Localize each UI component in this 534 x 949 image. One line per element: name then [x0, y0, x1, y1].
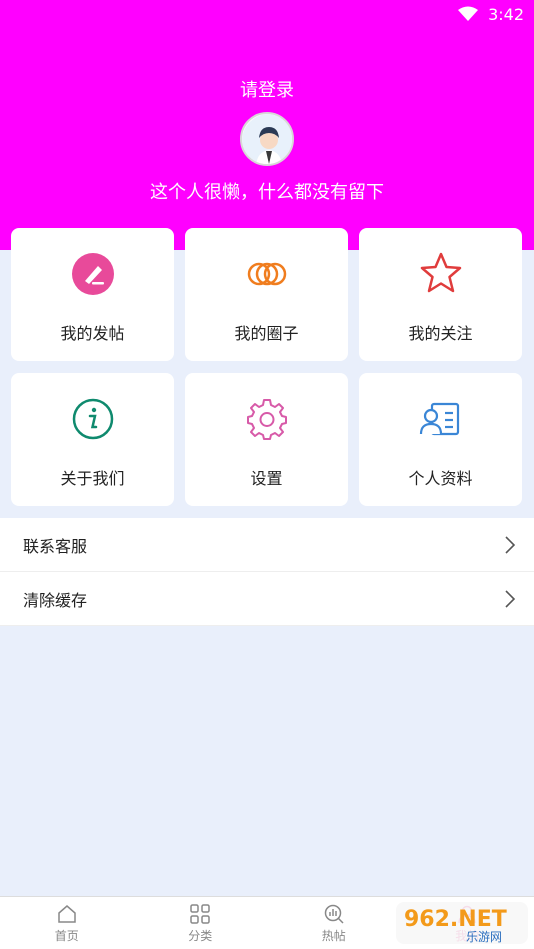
settings-list: 联系客服 清除缓存: [0, 518, 534, 626]
profile-header: 3:42 请登录 这个人很懒，什么都没有留下: [0, 0, 534, 250]
tab-label: 首页: [54, 929, 79, 943]
home-icon: [58, 905, 76, 923]
tab-hot-posts[interactable]: 热帖: [267, 897, 401, 949]
status-bar: 3:42: [0, 0, 534, 28]
watermark-subtext: 乐游网: [466, 930, 502, 944]
edit-icon: [71, 253, 114, 295]
category-icon: [190, 904, 210, 924]
tile-my-posts[interactable]: 我的发帖: [11, 228, 174, 361]
chevron-right-icon: [505, 589, 516, 608]
tile-about-us[interactable]: 关于我们: [11, 373, 174, 506]
chevron-right-icon: [505, 535, 516, 554]
status-time: 3:42: [488, 4, 524, 24]
tab-label: 分类: [188, 929, 213, 943]
tile-profile[interactable]: 个人资料: [359, 373, 522, 506]
gear-icon: [246, 399, 287, 440]
tile-label: 我的圈子: [234, 324, 299, 343]
site-watermark: 962.NET 乐游网: [392, 900, 532, 946]
user-motto: 这个人很懒，什么都没有留下: [150, 182, 384, 203]
tile-label: 设置: [250, 469, 283, 488]
tile-my-circles[interactable]: 我的圈子: [185, 228, 348, 361]
tile-settings[interactable]: 设置: [185, 373, 348, 506]
star-icon: [420, 252, 461, 293]
tab-category[interactable]: 分类: [134, 897, 268, 949]
wifi-icon: [458, 6, 479, 21]
login-prompt[interactable]: 请登录: [0, 76, 534, 102]
list-item-contact-support[interactable]: 联系客服: [0, 518, 534, 572]
list-item-label: 清除缓存: [23, 590, 88, 610]
tile-label: 我的发帖: [60, 324, 125, 343]
tab-home[interactable]: 首页: [0, 897, 134, 949]
tile-label: 关于我们: [60, 469, 125, 488]
list-item-clear-cache[interactable]: 清除缓存: [0, 572, 534, 626]
tile-label: 个人资料: [408, 469, 473, 488]
watermark-text: 962.NET: [404, 907, 507, 932]
list-item-label: 联系客服: [23, 536, 88, 556]
feature-grid: 我的发帖 我的圈子 我的关注 关于我们 设置 个人资料: [11, 228, 523, 506]
info-icon: [72, 398, 113, 440]
circles-icon: [247, 262, 286, 286]
tile-label: 我的关注: [408, 324, 473, 343]
profile-card-icon: [419, 402, 459, 436]
tab-label: 热帖: [321, 929, 346, 943]
avatar[interactable]: [240, 112, 294, 166]
tile-my-follows[interactable]: 我的关注: [359, 228, 522, 361]
hot-posts-icon: [324, 904, 344, 924]
